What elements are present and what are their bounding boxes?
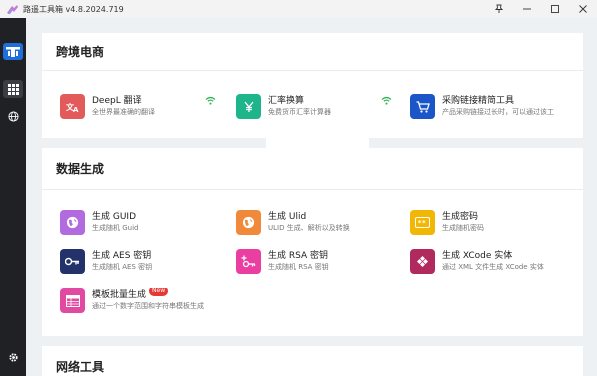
tool-name: 汇率换算 (268, 96, 305, 106)
sidebar-item-tools[interactable] (3, 80, 23, 98)
gear-icon (8, 352, 18, 362)
new-badge: New (149, 288, 169, 296)
sidebar (0, 18, 26, 376)
tool-desc: 产品采购链接过长时，可以通过该工 (442, 108, 554, 116)
section-data-generation: 数据生成 生成 GUID 生成随机 Guid 生成 Ulid ULID 生成、解… (42, 148, 583, 336)
maximize-icon (551, 5, 559, 13)
minimize-button[interactable] (513, 0, 541, 18)
tool-desc: 免费货币汇率计算器 (268, 108, 331, 116)
tool-generate-aes-key[interactable]: 生成 AES 密钥 生成随机 AES 密钥 (60, 249, 152, 275)
section-title: 网络工具 (56, 359, 105, 374)
translate-icon: 文A (60, 94, 85, 119)
password-icon: ** (410, 210, 435, 235)
section-title: 跨境电商 (56, 45, 105, 59)
minimize-icon (523, 8, 531, 10)
svg-text:**: ** (418, 219, 426, 227)
section-header: 跨境电商 (42, 33, 583, 71)
close-icon (579, 5, 587, 13)
tool-generate-password[interactable]: ** 生成密码 生成随机密码 (410, 210, 484, 236)
section-header: 网络工具 (42, 346, 583, 376)
cart-icon (410, 94, 435, 119)
sidebar-item-settings[interactable] (3, 348, 23, 366)
section-header: 数据生成 (42, 148, 583, 190)
globe-icon (7, 110, 19, 122)
key-icon (60, 249, 85, 274)
window-title: 路遥工具箱 v4.8.2024.719 (23, 4, 124, 14)
tool-generate-rsa-key[interactable]: 生成 RSA 密钥 生成随机 RSA 密钥 (236, 249, 329, 275)
tool-name: 模板批量生成 (92, 290, 147, 300)
tool-name: 生成密码 (442, 212, 479, 222)
section-title: 数据生成 (56, 162, 105, 176)
tool-template-batch[interactable]: 模板批量生成 New 通过一个数字范围和字符串模板生成 (60, 288, 220, 314)
tool-generate-xcode-entity[interactable]: 生成 XCode 实体 通过 XML 文件生成 XCode 实体 (410, 249, 544, 275)
tool-generate-ulid[interactable]: 生成 Ulid ULID 生成、解析以及转换 (236, 210, 350, 236)
tool-desc: 生成随机 AES 密钥 (92, 263, 153, 271)
title-bar: 路遥工具箱 v4.8.2024.719 (0, 0, 597, 18)
tool-exchange-rate[interactable]: 汇率换算 免费货币汇率计算器 (236, 94, 331, 120)
table-icon (60, 288, 85, 313)
wifi-icon (381, 96, 392, 105)
tool-link-shortener[interactable]: 采购链接精简工具 产品采购链接过长时，可以通过该工 (410, 94, 570, 120)
grid-icon (7, 83, 19, 95)
tool-name: 生成 AES 密钥 (92, 251, 152, 261)
svg-text:A: A (73, 106, 79, 113)
maximize-button[interactable] (541, 0, 569, 18)
tool-generate-guid[interactable]: 生成 GUID 生成随机 Guid (60, 210, 138, 236)
tool-name: 采购链接精简工具 (442, 96, 515, 106)
tool-desc: 生成随机 Guid (92, 224, 139, 232)
pin-button[interactable] (485, 0, 513, 18)
tool-name: 生成 Ulid (268, 212, 307, 222)
section-cross-border: 跨境电商 文A DeepL 翻译 全世界最准确的翻译 汇率换算 免费货币汇率计算… (42, 33, 583, 138)
wifi-icon (205, 96, 216, 105)
tool-desc: 生成随机密码 (442, 224, 484, 232)
sidebar-item-web[interactable] (3, 107, 23, 125)
brand-logo-icon (3, 43, 23, 60)
section-network-tools: 网络工具 (42, 346, 583, 376)
tool-name: 生成 XCode 实体 (442, 251, 513, 261)
tool-name-row: 模板批量生成 New (92, 288, 204, 301)
tool-desc: ULID 生成、解析以及转换 (268, 224, 350, 232)
close-button[interactable] (569, 0, 597, 18)
tool-name: 生成 GUID (92, 212, 137, 222)
tool-desc: 通过一个数字范围和字符串模板生成 (92, 302, 204, 310)
tool-desc: 通过 XML 文件生成 XCode 实体 (442, 263, 544, 271)
yen-icon (236, 94, 261, 119)
puzzle-icon (410, 249, 435, 274)
globe-icon (60, 210, 85, 235)
globe-icon (236, 210, 261, 235)
app-logo-icon (5, 3, 19, 15)
tool-name: DeepL 翻译 (92, 96, 142, 106)
card-notch (266, 138, 369, 148)
tool-desc: 生成随机 RSA 密钥 (268, 263, 329, 271)
pin-icon (494, 4, 504, 13)
tool-name: 生成 RSA 密钥 (268, 251, 329, 261)
key-plus-icon (236, 249, 261, 274)
main-content: 跨境电商 文A DeepL 翻译 全世界最准确的翻译 汇率换算 免费货币汇率计算… (26, 18, 597, 376)
tool-desc: 全世界最准确的翻译 (92, 108, 155, 116)
tool-deepl[interactable]: 文A DeepL 翻译 全世界最准确的翻译 (60, 94, 155, 120)
